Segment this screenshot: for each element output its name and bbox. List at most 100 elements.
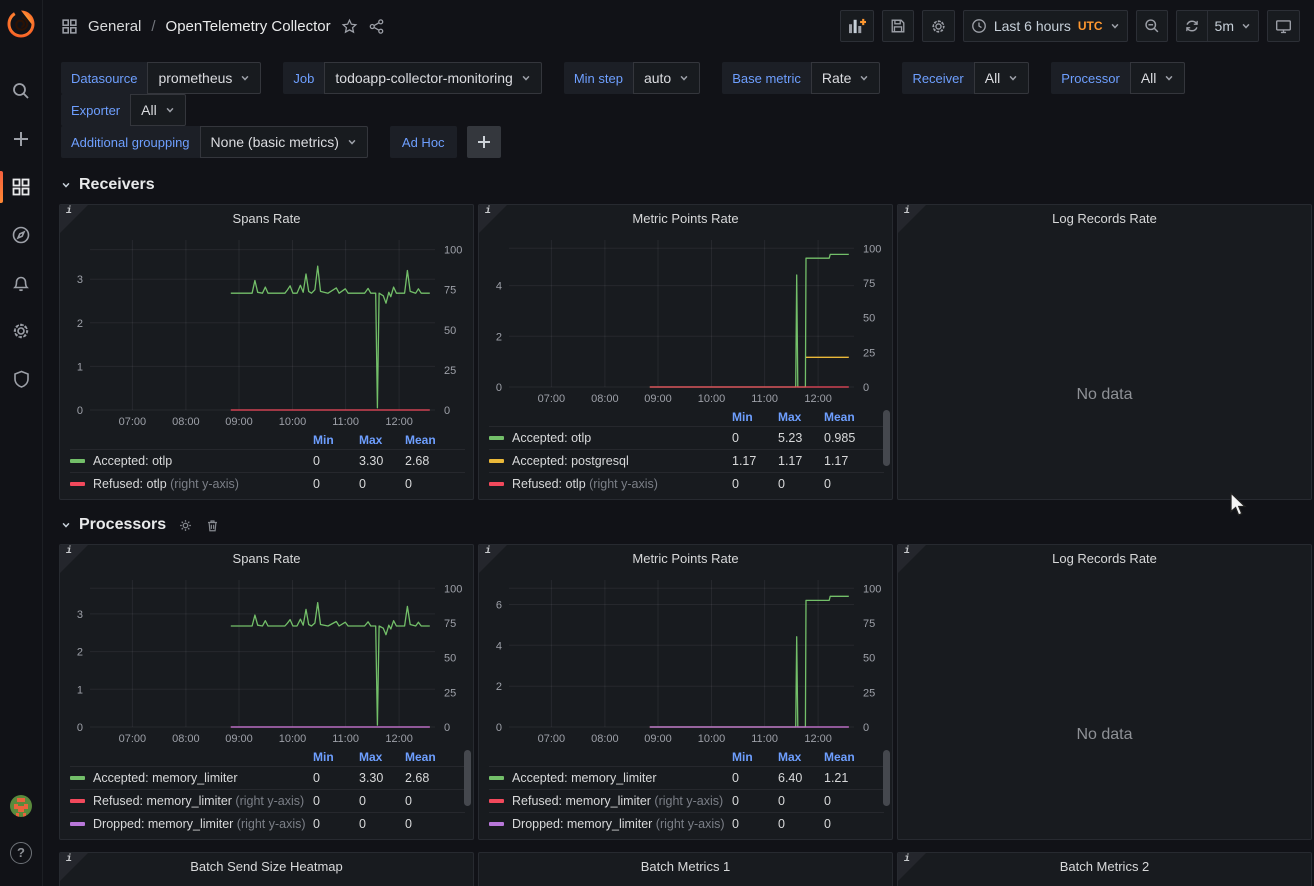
series-label[interactable]: Refused: memory_limiter (right y-axis) (512, 794, 723, 808)
legend-row[interactable]: Refused: otlp (right y-axis)000 (70, 472, 465, 495)
breadcrumb-folder[interactable]: General (88, 18, 141, 35)
share-icon[interactable] (368, 18, 385, 35)
legend-stat-header[interactable]: Max (778, 750, 824, 764)
tv-mode-button[interactable] (1267, 10, 1300, 42)
star-icon[interactable] (341, 18, 358, 35)
adhoc-filter-label[interactable]: Ad Hoc (390, 126, 457, 158)
variable-value-dropdown[interactable]: auto (633, 62, 700, 94)
panel-row-processors: i Spans Rate 07:0008:0009:0010:0011:0012… (59, 544, 1312, 840)
legend-scrollbar[interactable] (883, 750, 890, 806)
legend-row[interactable]: Accepted: postgresql1.171.171.17 (489, 449, 884, 472)
legend-header: MinMaxMean (70, 431, 465, 449)
apps-grid-icon[interactable] (61, 18, 78, 35)
grafana-logo-icon[interactable] (6, 9, 36, 39)
legend-row[interactable]: Accepted: otlp03.302.68 (70, 449, 465, 472)
panel-title[interactable]: Spans Rate (60, 205, 473, 231)
legend-stat-header[interactable]: Mean (824, 410, 870, 424)
variable-value-dropdown[interactable]: Rate (811, 62, 881, 94)
row-delete-trash-icon[interactable] (205, 518, 220, 533)
panel-title[interactable]: Log Records Rate (898, 545, 1311, 571)
explore-compass-icon[interactable] (0, 211, 43, 259)
series-mean: 0.985 (824, 431, 870, 445)
svg-text:09:00: 09:00 (225, 416, 253, 428)
legend-row[interactable]: Accepted: memory_limiter06.401.21 (489, 766, 884, 789)
legend-row[interactable]: Accepted: memory_limiter03.302.68 (70, 766, 465, 789)
series-color-swatch (70, 822, 85, 826)
variable-value-dropdown[interactable]: None (basic metrics) (200, 126, 368, 158)
series-label[interactable]: Dropped: memory_limiter (right y-axis) (512, 817, 725, 831)
svg-text:07:00: 07:00 (538, 733, 566, 745)
series-label[interactable]: Accepted: otlp (93, 454, 172, 468)
variable-value-dropdown[interactable]: All (974, 62, 1030, 94)
legend-row[interactable]: Refused: memory_limiter (right y-axis)00… (489, 789, 884, 812)
variable-value-dropdown[interactable]: prometheus (147, 62, 261, 94)
variable-value-dropdown[interactable]: All (1130, 62, 1186, 94)
legend-row[interactable]: Dropped: memory_limiter (right y-axis)00… (70, 812, 465, 835)
legend-stat-header[interactable]: Mean (405, 750, 451, 764)
add-panel-button[interactable] (840, 10, 874, 42)
panel-title[interactable]: Metric Points Rate (479, 545, 892, 571)
series-max: 0 (359, 817, 405, 831)
add-filter-button[interactable] (467, 126, 501, 158)
series-label[interactable]: Accepted: postgresql (512, 454, 629, 468)
series-label[interactable]: Refused: otlp (right y-axis) (512, 477, 658, 491)
panel-title[interactable]: Batch Metrics 1 (479, 853, 892, 879)
svg-text:08:00: 08:00 (591, 393, 619, 405)
variables-bar: Datasource prometheus Job todoapp-collec… (43, 52, 1314, 162)
admin-shield-icon[interactable] (0, 355, 43, 403)
time-range-picker[interactable]: Last 6 hours UTC (963, 10, 1128, 42)
create-plus-icon[interactable] (0, 115, 43, 163)
dashboards-icon[interactable] (0, 163, 43, 211)
legend-scrollbar[interactable] (883, 410, 890, 466)
legend-row[interactable]: Accepted: otlp05.230.985 (489, 426, 884, 449)
series-min: 0 (732, 817, 778, 831)
legend-row[interactable]: Refused: otlp (right y-axis)000 (489, 472, 884, 495)
variable-label: Receiver (902, 62, 973, 94)
panel-title[interactable]: Log Records Rate (898, 205, 1311, 231)
timeseries-chart (479, 879, 892, 886)
series-label[interactable]: Dropped: memory_limiter (right y-axis) (93, 817, 306, 831)
variable-label: Additional groupping (61, 126, 200, 158)
panel-title[interactable]: Spans Rate (60, 545, 473, 571)
svg-text:75: 75 (863, 278, 875, 290)
zoom-out-button[interactable] (1136, 10, 1168, 42)
row-header-receivers[interactable]: Receivers (61, 172, 1312, 198)
legend-stat-header[interactable]: Mean (405, 433, 451, 447)
search-icon[interactable] (0, 67, 43, 115)
row-header-processors[interactable]: Processors (61, 512, 1312, 538)
legend-stat-header[interactable]: Min (313, 433, 359, 447)
legend-stat-header[interactable]: Max (359, 750, 405, 764)
series-label[interactable]: Accepted: memory_limiter (512, 771, 657, 785)
legend-stat-header[interactable]: Mean (824, 750, 870, 764)
legend-stat-header[interactable]: Max (778, 410, 824, 424)
legend-stat-header[interactable]: Max (359, 433, 405, 447)
alerting-bell-icon[interactable] (0, 259, 43, 307)
series-label[interactable]: Accepted: otlp (512, 431, 591, 445)
help-icon[interactable]: ? (0, 829, 43, 876)
panel-title[interactable]: Batch Metrics 2 (898, 853, 1311, 879)
legend-row[interactable]: Refused: memory_limiter (right y-axis)00… (70, 789, 465, 812)
legend-stat-header[interactable]: Min (732, 410, 778, 424)
variable-value-dropdown[interactable]: All (130, 94, 186, 126)
panel-title[interactable]: Metric Points Rate (479, 205, 892, 231)
series-label[interactable]: Accepted: memory_limiter (93, 771, 238, 785)
series-label[interactable]: Refused: memory_limiter (right y-axis) (93, 794, 304, 808)
legend-scrollbar[interactable] (464, 750, 471, 806)
series-min: 0 (313, 794, 359, 808)
user-avatar[interactable] (0, 782, 43, 829)
refresh-button[interactable] (1176, 10, 1208, 42)
save-dashboard-button[interactable] (882, 10, 914, 42)
legend-stat-header[interactable]: Min (313, 750, 359, 764)
panel-title[interactable]: Batch Send Size Heatmap (60, 853, 473, 879)
series-label[interactable]: Refused: otlp (right y-axis) (93, 477, 239, 491)
configuration-gear-icon[interactable] (0, 307, 43, 355)
timeseries-chart: 07:0008:0009:0010:0011:0012:000246025507… (479, 571, 892, 748)
legend-stat-header[interactable]: Min (732, 750, 778, 764)
row-settings-gear-icon[interactable] (178, 518, 193, 533)
svg-text:50: 50 (863, 653, 875, 665)
legend-row[interactable]: Dropped: memory_limiter (right y-axis)00… (489, 812, 884, 835)
dashboard-settings-button[interactable] (922, 10, 955, 42)
refresh-interval-dropdown[interactable]: 5m (1208, 10, 1259, 42)
timeseries-chart: 0.150 (898, 879, 1311, 886)
variable-value-dropdown[interactable]: todoapp-collector-monitoring (324, 62, 541, 94)
